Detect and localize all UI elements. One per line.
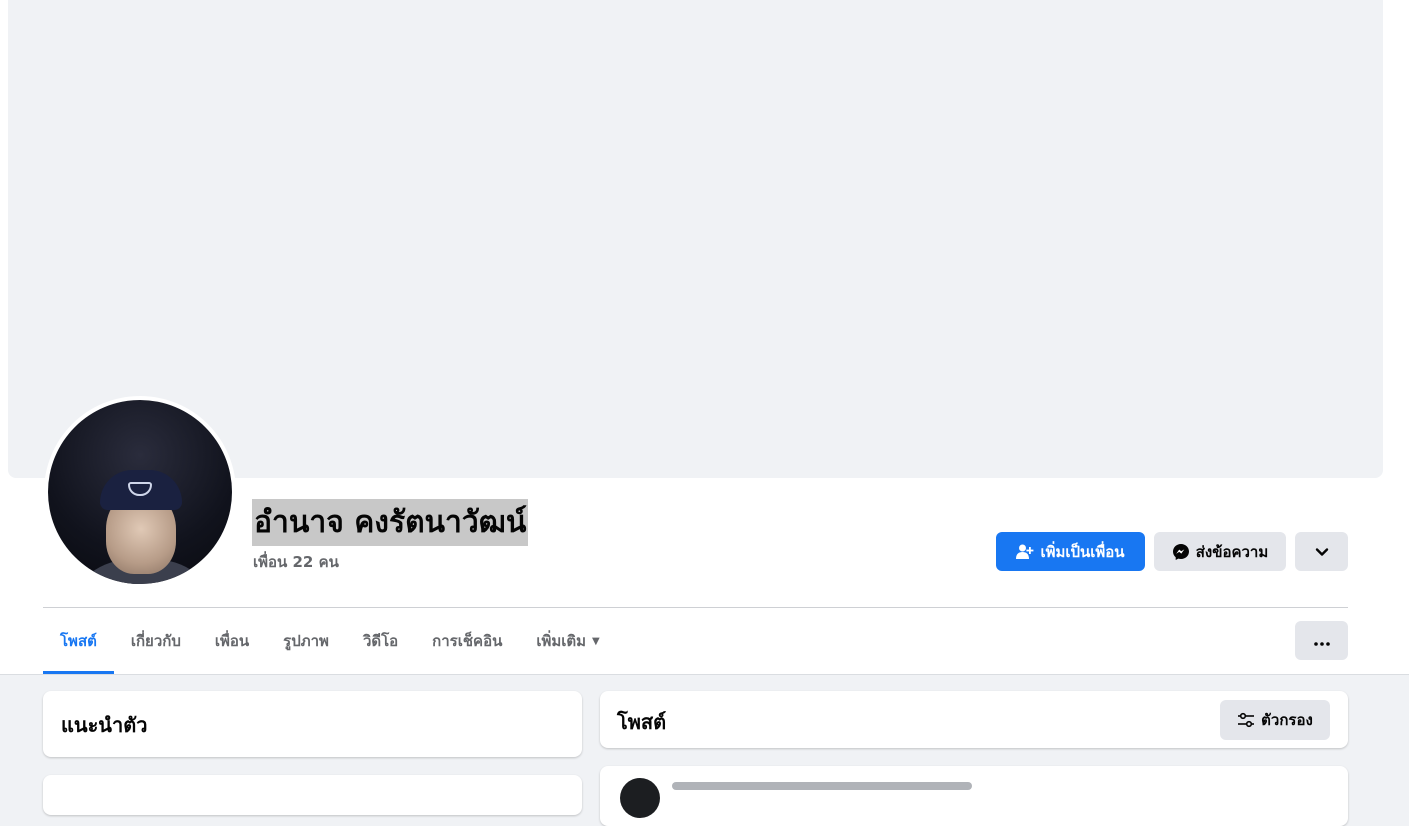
sliders-icon	[1237, 712, 1255, 728]
profile-name: อำนาจ คงรัตนาวัฒน์	[254, 505, 527, 540]
intro-card: แนะนำตัว	[43, 691, 582, 757]
message-label: ส่งข้อความ	[1195, 542, 1269, 561]
tab-videos[interactable]: วิดีโอ	[346, 608, 415, 674]
profile-name-highlight: อำนาจ คงรัตนาวัฒน์	[252, 499, 529, 546]
tab-friends[interactable]: เพื่อน	[198, 608, 266, 674]
tab-checkins[interactable]: การเช็คอิน	[415, 608, 519, 674]
secondary-card	[43, 775, 582, 815]
more-actions-button[interactable]	[1295, 621, 1348, 660]
add-friend-icon	[1016, 544, 1034, 560]
tab-more[interactable]: เพิ่มเติม ▼	[519, 608, 616, 674]
message-button[interactable]: ส่งข้อความ	[1154, 532, 1286, 571]
tab-label: เกี่ยวกับ	[130, 632, 181, 650]
tab-photos[interactable]: รูปภาพ	[266, 608, 346, 674]
filter-label: ตัวกรอง	[1261, 711, 1313, 729]
chevron-down-icon	[1315, 543, 1329, 561]
profile-tabs: โพสต์ เกี่ยวกับ เพื่อน รูปภาพ วิดีโอ การ…	[43, 608, 617, 674]
tab-label: เพิ่มเติม	[536, 632, 587, 650]
tab-about[interactable]: เกี่ยวกับ	[114, 608, 198, 674]
add-friend-button[interactable]: เพิ่มเป็นเพื่อน	[996, 532, 1145, 571]
post-author-avatar[interactable]	[620, 778, 660, 818]
profile-header: อำนาจ คงรัตนาวัฒน์ เพื่อน 22 คน เพิ่มเป็…	[0, 0, 1409, 675]
cover-photo[interactable]	[8, 0, 1383, 478]
tab-label: การเช็คอิน	[432, 632, 503, 650]
tab-label: โพสต์	[60, 632, 97, 650]
friends-count[interactable]: เพื่อน 22 คน	[253, 550, 339, 574]
caret-down-icon: ▼	[592, 635, 600, 647]
profile-avatar[interactable]	[48, 400, 232, 584]
intro-title: แนะนำตัว	[61, 713, 148, 737]
tab-label: รูปภาพ	[283, 632, 329, 650]
messenger-icon	[1172, 543, 1190, 561]
tab-label: เพื่อน	[214, 632, 250, 650]
add-friend-label: เพิ่มเป็นเพื่อน	[1040, 542, 1125, 561]
posts-title: โพสต์	[617, 710, 667, 734]
more-options-dropdown[interactable]	[1295, 532, 1348, 571]
ellipsis-icon	[1313, 632, 1330, 650]
filter-button[interactable]: ตัวกรอง	[1220, 700, 1330, 740]
tab-posts[interactable]: โพสต์	[43, 608, 114, 674]
post-card	[600, 766, 1348, 826]
post-header-text	[672, 782, 972, 790]
tab-label: วิดีโอ	[362, 632, 399, 650]
posts-header-card: โพสต์ ตัวกรอง	[600, 691, 1348, 748]
